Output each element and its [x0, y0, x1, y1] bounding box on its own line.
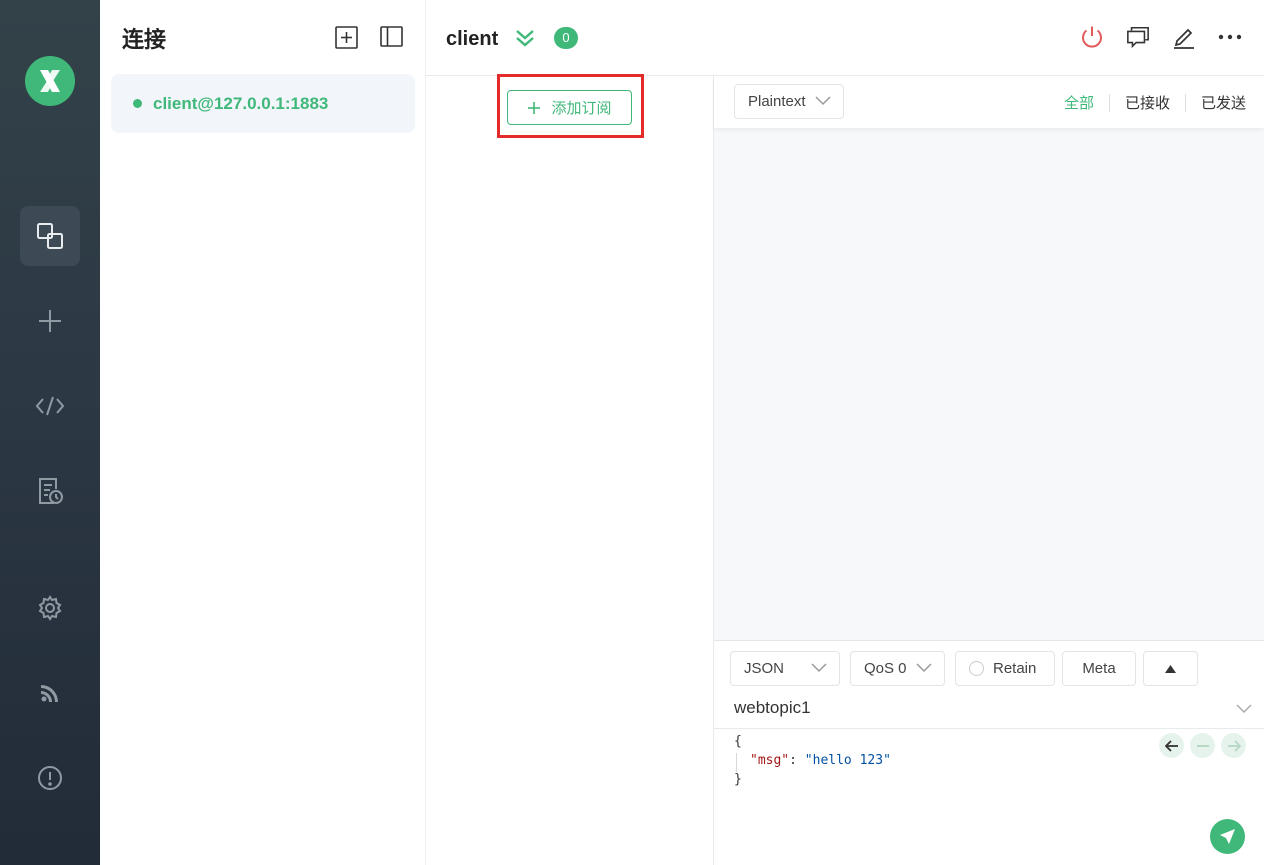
arrow-left-icon[interactable] [1159, 733, 1184, 758]
json-colon: : [789, 753, 805, 768]
message-filters: 全部 已接收 已发送 [1049, 92, 1246, 113]
payload-type-select[interactable]: JSON [730, 651, 840, 686]
double-chevron-down-icon[interactable] [514, 27, 536, 54]
editor-line: } [734, 772, 742, 787]
connected-status-dot [133, 99, 142, 108]
new-connection-icon[interactable] [20, 291, 80, 351]
json-key: "msg" [750, 753, 790, 768]
history-nav [1159, 733, 1246, 758]
chat-icon[interactable] [1126, 24, 1150, 50]
filter-all[interactable]: 全部 [1049, 92, 1109, 113]
add-subscription-label: 添加订阅 [551, 100, 612, 117]
client-name: client [446, 28, 499, 50]
chevron-down-icon [815, 96, 831, 106]
chevron-down-icon [811, 663, 827, 673]
subscriptions-panel: 添加订阅 [426, 74, 714, 865]
connection-item[interactable]: client@127.0.0.1:1883 [111, 74, 415, 133]
connections-actions [335, 26, 403, 54]
messages-toolbar: Plaintext 全部 已接收 已发送 [714, 76, 1264, 128]
subscription-count-badge: 0 [554, 27, 578, 49]
json-value: "hello 123" [804, 753, 891, 768]
payload-format-select[interactable]: Plaintext [734, 84, 844, 119]
send-icon[interactable] [1210, 819, 1245, 854]
log-icon[interactable] [20, 461, 80, 521]
triangle-up-icon [1165, 664, 1176, 673]
retain-checkbox[interactable]: Retain [955, 651, 1055, 686]
connections-icon[interactable] [20, 206, 80, 266]
toggle-sidebar-icon[interactable] [380, 26, 403, 54]
meta-label: Meta [1082, 660, 1116, 677]
publish-area: JSON QoS 0 Retain Meta webtopic1 { "msg"… [714, 640, 1264, 865]
plus-icon [528, 101, 541, 114]
connection-header: client 0 [426, 0, 1264, 76]
add-subscription-button[interactable]: 添加订阅 [507, 90, 632, 125]
header-actions [1080, 24, 1242, 50]
editor-line: "msg": "hello 123" [734, 751, 891, 770]
payload-format-value: Plaintext [748, 93, 806, 110]
payload-type-value: JSON [744, 660, 785, 677]
new-folder-icon[interactable] [335, 26, 358, 54]
chevron-down-icon [916, 663, 932, 673]
connections-panel: 连接 client@127.0.0.1:1883 [100, 0, 426, 865]
payload-editor[interactable]: { "msg": "hello 123" } [734, 732, 891, 789]
feed-icon[interactable] [20, 663, 80, 723]
filter-received[interactable]: 已接收 [1110, 92, 1185, 113]
messages-area: Plaintext 全部 已接收 已发送 [714, 76, 1264, 640]
qos-select[interactable]: QoS 0 [850, 651, 945, 686]
nav-rail [0, 0, 100, 865]
editor-line: { [734, 734, 742, 749]
chevron-down-icon[interactable] [1236, 704, 1252, 714]
radio-circle-icon [969, 661, 984, 676]
connections-title: 连接 [122, 27, 167, 52]
qos-value: QoS 0 [864, 660, 907, 677]
minus-icon[interactable] [1190, 733, 1215, 758]
disconnect-icon[interactable] [1080, 24, 1104, 50]
meta-button[interactable]: Meta [1062, 651, 1136, 686]
arrow-right-icon[interactable] [1221, 733, 1246, 758]
connection-label: client@127.0.0.1:1883 [153, 93, 329, 113]
expand-button[interactable] [1143, 651, 1198, 686]
filter-sent[interactable]: 已发送 [1186, 92, 1246, 113]
topic-input[interactable]: webtopic1 [734, 698, 811, 718]
more-icon[interactable] [1218, 24, 1242, 50]
edit-icon[interactable] [1172, 24, 1196, 50]
logo-icon[interactable] [25, 56, 75, 106]
settings-icon[interactable] [20, 578, 80, 638]
topic-divider [714, 728, 1264, 729]
about-icon[interactable] [20, 748, 80, 808]
retain-label: Retain [993, 660, 1037, 677]
script-icon[interactable] [20, 376, 80, 436]
